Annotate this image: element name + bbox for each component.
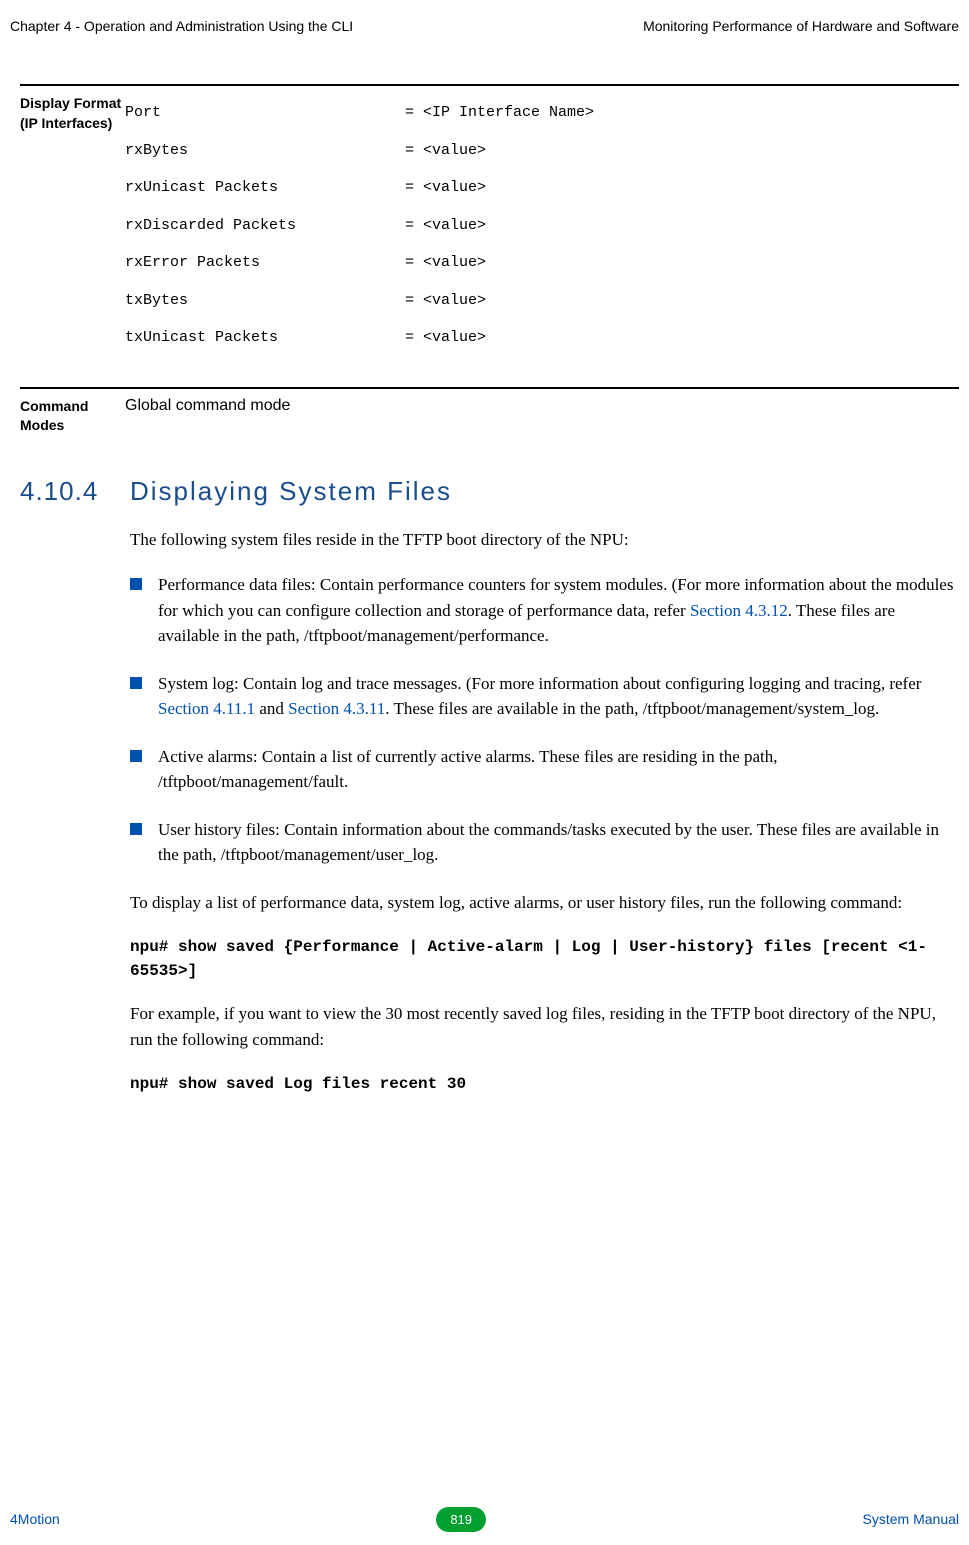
format-key: txUnicast Packets (125, 319, 405, 357)
section-heading: 4.10.4 Displaying System Files (20, 476, 959, 507)
format-key: rxUnicast Packets (125, 169, 405, 207)
command-modes-section: Command Modes Global command mode (20, 387, 959, 436)
format-key: Port (125, 94, 405, 132)
format-row: txBytes= <value> (125, 282, 959, 320)
format-val: = <IP Interface Name> (405, 94, 959, 132)
format-row: rxError Packets= <value> (125, 244, 959, 282)
display-format-label: Display Format (IP Interfaces) (20, 94, 125, 357)
footer-page-container: 819 (436, 1511, 486, 1527)
format-row: Port= <IP Interface Name> (125, 94, 959, 132)
header-topic: Monitoring Performance of Hardware and S… (643, 18, 959, 34)
square-bullet-icon (130, 823, 142, 835)
format-key: rxDiscarded Packets (125, 207, 405, 245)
page-header: Chapter 4 - Operation and Administration… (0, 0, 969, 44)
format-val: = <value> (405, 132, 959, 170)
bullet-text: System log: Contain log and trace messag… (158, 674, 921, 693)
square-bullet-icon (130, 750, 142, 762)
square-bullet-icon (130, 677, 142, 689)
bullet-text: . These files are available in the path,… (385, 699, 879, 718)
format-row: rxBytes= <value> (125, 132, 959, 170)
square-bullet-icon (130, 578, 142, 590)
format-val: = <value> (405, 207, 959, 245)
bullet-content: Performance data files: Contain performa… (158, 572, 959, 649)
bullet-content: Active alarms: Contain a list of current… (158, 744, 959, 795)
format-row: rxUnicast Packets= <value> (125, 169, 959, 207)
command-example: npu# show saved Log files recent 30 (130, 1072, 959, 1096)
command-modes-value: Global command mode (125, 397, 290, 415)
format-val: = <value> (405, 319, 959, 357)
intro-text: The following system files reside in the… (130, 527, 959, 553)
format-key: txBytes (125, 282, 405, 320)
format-val: = <value> (405, 169, 959, 207)
header-chapter: Chapter 4 - Operation and Administration… (10, 18, 353, 34)
list-item: User history files: Contain information … (130, 817, 959, 868)
section-title: Displaying System Files (130, 476, 452, 507)
page-content: Display Format (IP Interfaces) Port= <IP… (0, 84, 969, 1096)
section-link[interactable]: Section 4.3.11 (288, 699, 385, 718)
footer-manual: System Manual (863, 1511, 959, 1527)
command-syntax: npu# show saved {Performance | Active-al… (130, 935, 959, 983)
section-number: 4.10.4 (20, 476, 130, 507)
format-val: = <value> (405, 244, 959, 282)
page-number-badge: 819 (436, 1507, 486, 1532)
format-row: txUnicast Packets= <value> (125, 319, 959, 357)
bullet-text: Active alarms: Contain a list of current… (158, 747, 778, 792)
bullet-list: Performance data files: Contain performa… (130, 572, 959, 868)
display-format-section: Display Format (IP Interfaces) Port= <IP… (20, 84, 959, 357)
format-key: rxError Packets (125, 244, 405, 282)
format-row: rxDiscarded Packets= <value> (125, 207, 959, 245)
example-intro: For example, if you want to view the 30 … (130, 1001, 959, 1052)
bullet-content: User history files: Contain information … (158, 817, 959, 868)
bullet-text: User history files: Contain information … (158, 820, 939, 865)
page-footer: 4Motion 819 System Manual (10, 1511, 959, 1527)
section-link[interactable]: Section 4.3.12 (690, 601, 788, 620)
bullet-text: and (255, 699, 288, 718)
format-val: = <value> (405, 282, 959, 320)
footer-product: 4Motion (10, 1511, 60, 1527)
display-format-content: Port= <IP Interface Name> rxBytes= <valu… (125, 94, 959, 357)
list-item: System log: Contain log and trace messag… (130, 671, 959, 722)
command-modes-label: Command Modes (20, 397, 125, 436)
run-command-intro: To display a list of performance data, s… (130, 890, 959, 916)
format-key: rxBytes (125, 132, 405, 170)
list-item: Performance data files: Contain performa… (130, 572, 959, 649)
list-item: Active alarms: Contain a list of current… (130, 744, 959, 795)
bullet-content: System log: Contain log and trace messag… (158, 671, 959, 722)
section-link[interactable]: Section 4.11.1 (158, 699, 255, 718)
